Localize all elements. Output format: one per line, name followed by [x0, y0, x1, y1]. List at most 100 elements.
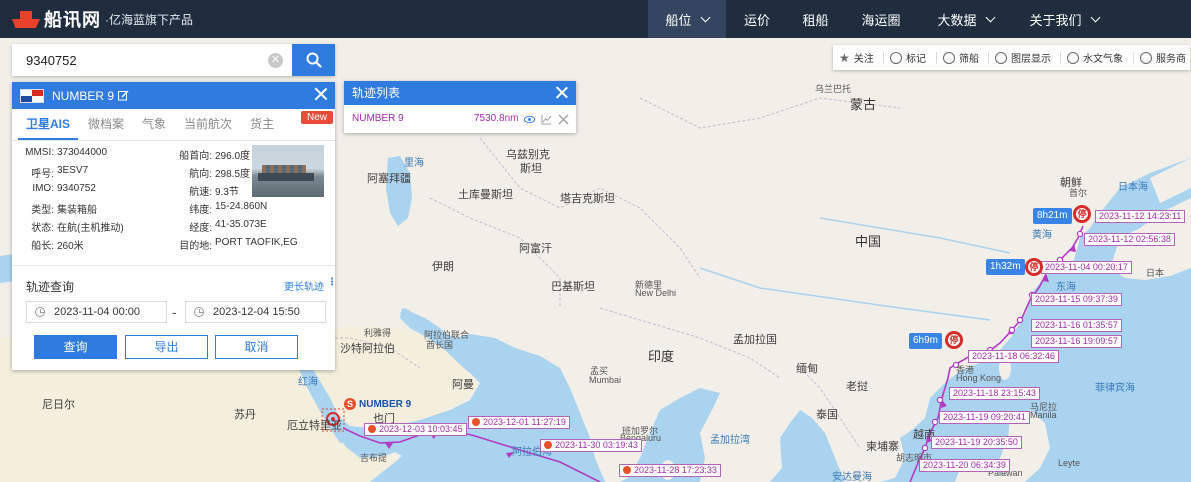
- cancel-button[interactable]: 取消: [215, 335, 298, 359]
- weather-icon: [1067, 51, 1079, 64]
- clear-icon[interactable]: ✕: [268, 53, 283, 68]
- ship-name: NUMBER 9: [52, 88, 115, 103]
- track-point-time: 2023-11-16 19:09:57: [1035, 336, 1118, 346]
- remove-icon[interactable]: [558, 114, 569, 125]
- logo[interactable]: 船讯网 ·亿海蓝旗下产品: [0, 0, 193, 38]
- edit-icon[interactable]: [118, 90, 129, 101]
- track-point-label[interactable]: 2023-11-30 03:19:43: [540, 439, 642, 452]
- search-input[interactable]: [12, 44, 290, 76]
- track-point-time: 2023-11-16 01:35:57: [1035, 320, 1118, 330]
- place-label: 中国: [855, 234, 882, 249]
- track-point-label[interactable]: 2023-12-01 11:27:19: [468, 416, 570, 429]
- field-label: 状态:: [31, 223, 54, 234]
- close-icon[interactable]: [314, 87, 328, 101]
- track-point-label[interactable]: 2023-11-20 06:34:39: [919, 459, 1010, 472]
- place-label: 泰国: [816, 409, 838, 421]
- stop-duration-tag[interactable]: 6h9m: [909, 333, 943, 349]
- ship-marker-label: NUMBER 9: [359, 399, 412, 410]
- query-button[interactable]: 查询: [34, 335, 117, 359]
- toolbar-weather[interactable]: 水文气象: [1061, 45, 1133, 70]
- stop-duration-tag[interactable]: 1h32m: [986, 259, 1025, 275]
- toolbar-layers[interactable]: 图层显示: [989, 45, 1060, 70]
- track-list-row[interactable]: NUMBER 9 7530.8nm: [344, 105, 576, 133]
- place-label: 柬埔寨: [866, 441, 899, 453]
- search-button[interactable]: [292, 44, 335, 76]
- track-query-title: 轨迹查询: [26, 280, 75, 294]
- place-label: Manila: [1030, 410, 1057, 420]
- track-ship-name: NUMBER 9: [352, 113, 404, 124]
- place-label: 利雅得: [364, 328, 392, 338]
- track-point-label[interactable]: 2023-11-12 14:23:11: [1095, 210, 1186, 223]
- toolbar-follow[interactable]: ★ 关注: [833, 45, 883, 70]
- field-value: 298.5度: [215, 169, 251, 180]
- tool-label: 关注: [853, 54, 874, 65]
- nav-item-about-us[interactable]: 关于我们: [1012, 0, 1116, 38]
- eye-icon[interactable]: [524, 114, 535, 125]
- place-label: 伊朗: [432, 261, 454, 273]
- place-label: 吉布提: [360, 453, 388, 463]
- field-label: IMO:: [32, 183, 54, 194]
- start-date-field[interactable]: 2023-11-04 00:00: [26, 301, 167, 323]
- track-point-label[interactable]: 2023-11-15 09:37:39: [1031, 293, 1122, 306]
- nav-label: 大数据: [937, 12, 977, 28]
- track-query-section: 轨迹查询 更长轨迹 ⋮ 2023-11-04 00:00 - 2023-12-0…: [12, 265, 337, 370]
- track-point-label[interactable]: 2023-11-12 02:56:38: [1084, 233, 1175, 246]
- clock-icon: [194, 307, 204, 317]
- nav-item-charter[interactable]: 租船: [788, 0, 843, 38]
- stop-pin-icon[interactable]: 停: [945, 331, 963, 349]
- place-label: Hong Kong: [956, 373, 1002, 383]
- chart-icon[interactable]: [541, 114, 552, 125]
- tab-current-voyage[interactable]: 当前航次: [176, 109, 240, 140]
- track-point-time: 2023-11-18 06:32:46: [972, 351, 1055, 361]
- tag-icon: [890, 51, 902, 64]
- track-point-label[interactable]: 2023-11-04 00:20:17: [1041, 261, 1132, 274]
- track-point-label[interactable]: 2023-11-28 17:23:33: [619, 464, 721, 477]
- track-list-title: 轨迹列表: [352, 86, 401, 100]
- more-options-icon[interactable]: ⋮: [327, 277, 337, 288]
- field-value: 373044000: [57, 147, 108, 158]
- place-label: 孟加拉湾: [710, 435, 750, 446]
- tab-weather[interactable]: 气象: [134, 109, 174, 140]
- ship-marker[interactable]: S NUMBER 9: [344, 398, 411, 410]
- toolbar-mark[interactable]: 标记: [884, 45, 936, 70]
- close-icon[interactable]: [555, 86, 568, 99]
- tab-satellite-ais[interactable]: 卫星AIS: [18, 109, 79, 140]
- map-toolbar: ★ 关注 标记 筛船 图层显示 水文气象 服务商: [833, 45, 1190, 70]
- nav-label: 船位: [665, 12, 692, 28]
- field-value: 9.3节: [215, 187, 239, 198]
- track-list-header: 轨迹列表: [344, 81, 576, 105]
- track-point-label[interactable]: 2023-11-18 23:15:43: [949, 387, 1040, 400]
- track-point-time: 2023-11-15 09:37:39: [1035, 294, 1118, 304]
- track-point-label[interactable]: 2023-11-16 01:35:57: [1031, 319, 1122, 332]
- track-point-time: 2023-11-12 02:56:38: [1088, 234, 1171, 244]
- nav-item-freight[interactable]: 运价: [726, 0, 788, 38]
- ship-photo[interactable]: [252, 145, 324, 197]
- toolbar-service[interactable]: 服务商: [1134, 45, 1190, 70]
- track-point-time: 2023-12-03 10:03:45: [379, 424, 463, 434]
- ship-tabs: 卫星AIS 微档案 气象 当前航次 货主 New: [12, 109, 335, 141]
- stop-pin-icon[interactable]: 停: [1073, 205, 1091, 223]
- longer-track-link[interactable]: 更长轨迹: [284, 278, 324, 293]
- stop-duration-tag[interactable]: 8h21m: [1033, 208, 1072, 224]
- nav-item-big-data[interactable]: 大数据: [919, 0, 1012, 38]
- nav-item-shipping-circle[interactable]: 海运圈: [843, 0, 919, 38]
- field-label: 航向:: [189, 169, 212, 180]
- track-point-label[interactable]: 2023-11-19 20:35:50: [931, 436, 1022, 449]
- track-list-panel: 轨迹列表 NUMBER 9 7530.8nm: [344, 81, 576, 133]
- export-button[interactable]: 导出: [125, 335, 208, 359]
- tab-micro-archive[interactable]: 微档案: [80, 109, 132, 140]
- field-value: 41-35.073E: [215, 219, 267, 230]
- clock-icon: [35, 307, 45, 317]
- nav-item-ship-position[interactable]: 船位: [648, 0, 726, 38]
- toolbar-filter[interactable]: 筛船: [937, 45, 988, 70]
- place-label: 缅甸: [796, 363, 818, 375]
- place-label: 苏丹: [234, 409, 256, 421]
- tab-cargo-owner[interactable]: 货主: [242, 109, 282, 140]
- track-point-label[interactable]: 2023-11-19 09:20:41: [939, 411, 1030, 424]
- place-label: 沙特阿拉伯: [340, 343, 395, 355]
- track-point-label[interactable]: 2023-11-16 19:09:57: [1031, 335, 1122, 348]
- track-point-label[interactable]: 2023-11-18 06:32:46: [968, 350, 1059, 363]
- track-point-label[interactable]: 2023-12-03 10:03:45: [364, 423, 467, 436]
- stop-pin-icon[interactable]: 停: [1025, 258, 1043, 276]
- end-date-field[interactable]: 2023-12-04 15:50: [185, 301, 326, 323]
